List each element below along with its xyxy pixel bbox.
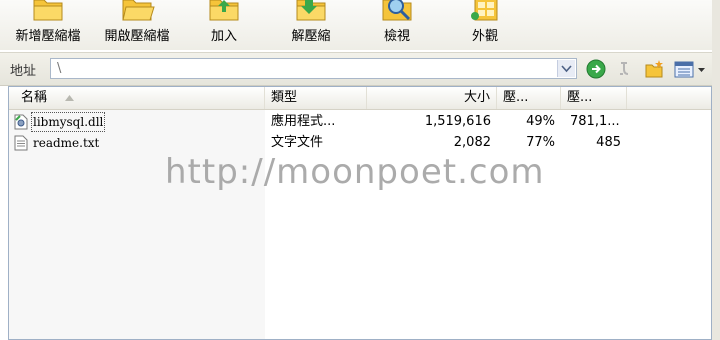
new-folder-icon[interactable]	[644, 59, 664, 79]
file-packed: 781,1...	[570, 114, 620, 129]
go-forward-icon[interactable]	[586, 59, 606, 79]
new-archive-button[interactable]: 新增壓縮檔	[6, 0, 90, 50]
view-button[interactable]: 檢視	[370, 0, 424, 50]
column-header-type[interactable]: 類型	[265, 87, 367, 109]
up-level-icon[interactable]	[614, 59, 634, 79]
address-label: 地址	[10, 64, 37, 79]
appearance-icon	[471, 0, 498, 21]
file-type: 文字文件	[271, 135, 324, 150]
file-name[interactable]: libmysql.dll	[31, 112, 106, 132]
file-row[interactable]: readme.txt 文字文件 2,082 77% 485	[9, 133, 711, 153]
file-packed: 485	[596, 135, 621, 150]
dll-file-icon	[14, 114, 28, 130]
column-header-name[interactable]: 名稱	[9, 87, 265, 109]
address-input[interactable]: \	[50, 58, 577, 79]
open-archive-button[interactable]: 開啟壓縮檔	[94, 0, 180, 50]
file-type: 應用程式...	[271, 114, 336, 129]
file-row[interactable]: libmysql.dll 應用程式... 1,519,616 49% 781,1…	[9, 112, 711, 132]
new-archive-label: 新增壓縮檔	[15, 29, 81, 44]
add-label: 加入	[210, 29, 237, 44]
open-archive-label: 開啟壓縮檔	[104, 29, 170, 44]
view-mode-icon[interactable]	[673, 59, 707, 79]
appearance-button[interactable]: 外觀	[456, 0, 514, 50]
chevron-down-icon	[561, 65, 572, 73]
window-right-edge	[712, 0, 720, 340]
column-header-packed[interactable]: 壓...	[561, 87, 627, 109]
view-magnifier-icon	[382, 0, 412, 21]
column-header-ratio-label: 壓...	[503, 90, 529, 105]
open-archive-folder-icon	[122, 0, 155, 21]
add-button[interactable]: 加入	[196, 0, 252, 50]
address-value: \	[57, 61, 62, 76]
column-header-row: 名稱 類型 大小 壓... 壓...	[9, 87, 711, 110]
add-folder-icon	[209, 0, 239, 21]
column-header-ratio[interactable]: 壓...	[497, 87, 561, 109]
column-header-size-label: 大小	[463, 90, 490, 105]
address-dropdown-button[interactable]	[557, 60, 575, 77]
column-header-name-label: 名稱	[21, 90, 48, 105]
file-list: 名稱 類型 大小 壓... 壓... libmysql.dll 應用程式... …	[8, 86, 712, 340]
view-label: 檢視	[383, 29, 410, 44]
file-size: 2,082	[453, 135, 491, 150]
column-header-size[interactable]: 大小	[367, 87, 497, 109]
column-header-packed-label: 壓...	[567, 90, 593, 105]
file-name[interactable]: readme.txt	[33, 133, 99, 153]
extract-label: 解壓縮	[291, 29, 331, 44]
extract-button[interactable]: 解壓縮	[280, 0, 342, 50]
file-size: 1,519,616	[424, 114, 491, 129]
file-ratio: 49%	[526, 114, 555, 129]
new-archive-folder-icon	[33, 0, 63, 21]
column-header-type-label: 類型	[271, 90, 298, 105]
extract-folder-icon	[296, 0, 326, 21]
text-file-icon	[14, 135, 28, 151]
main-toolbar: 新增壓縮檔 開啟壓縮檔 加入 解壓縮 檢視 外觀	[0, 0, 720, 50]
address-bar: 地址 \	[0, 52, 720, 86]
file-ratio: 77%	[526, 135, 555, 150]
appearance-label: 外觀	[471, 29, 498, 44]
sort-ascending-icon	[65, 95, 74, 101]
